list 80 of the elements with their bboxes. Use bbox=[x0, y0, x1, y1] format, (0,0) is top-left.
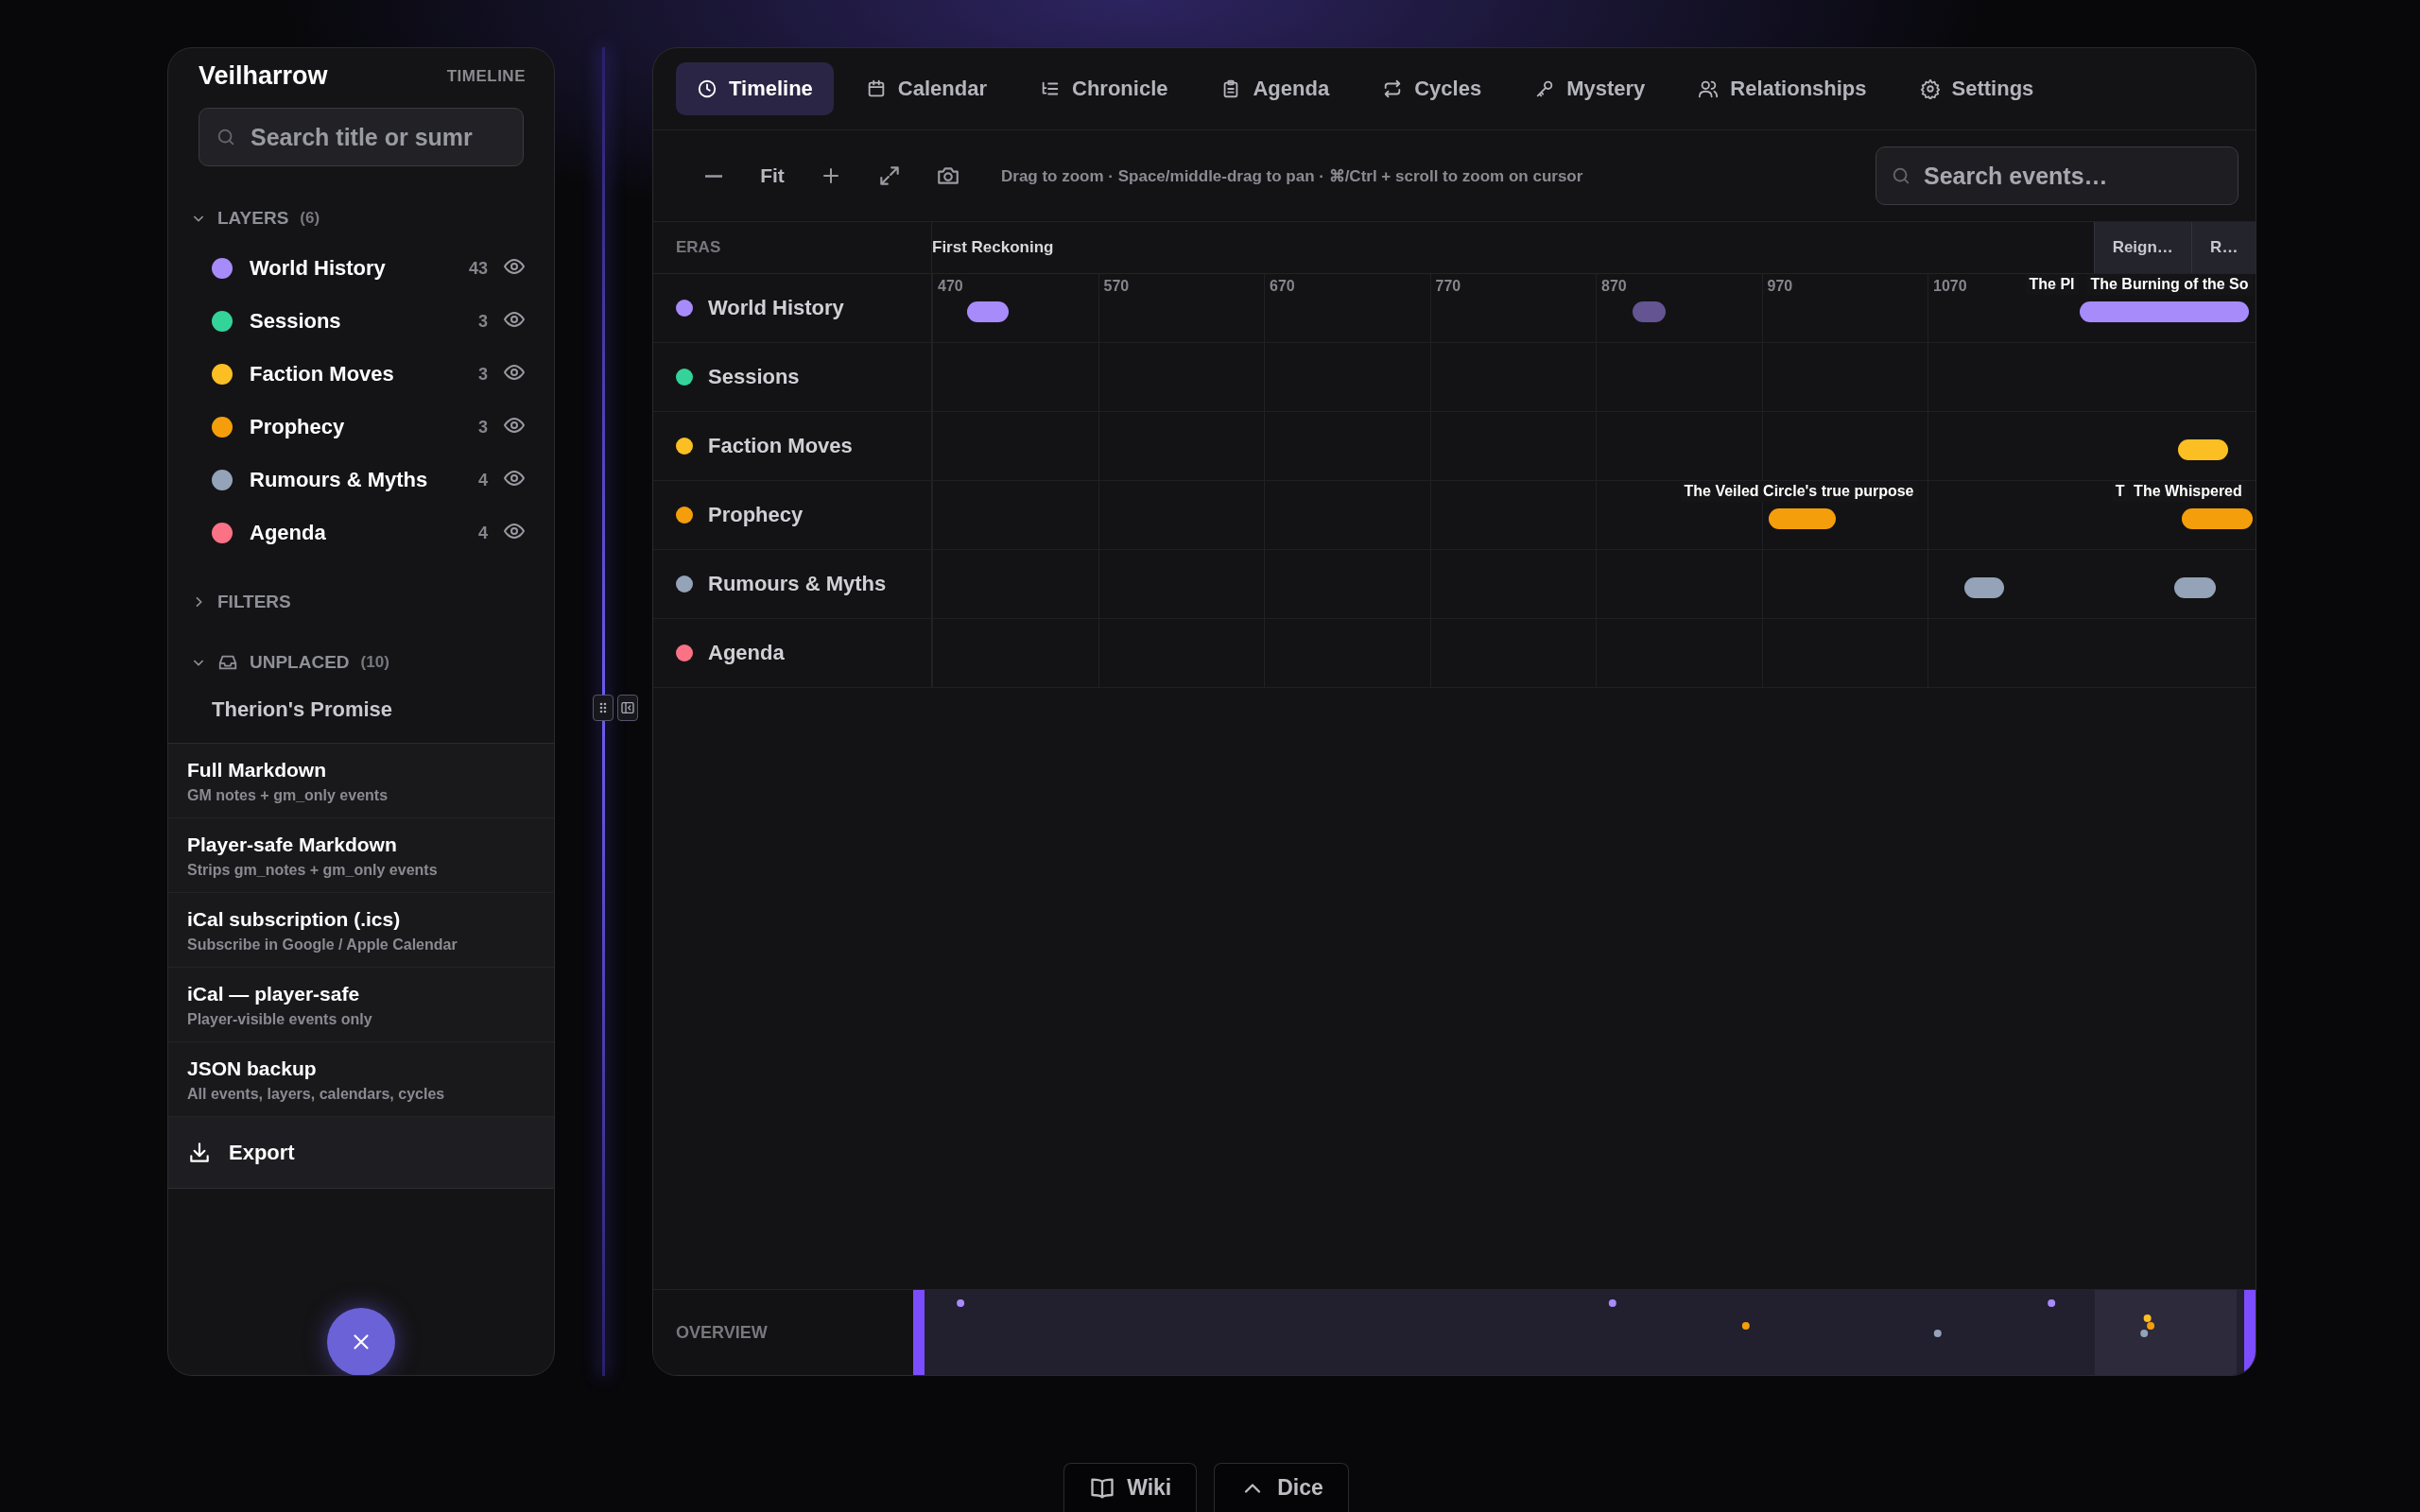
layer-name: Rumours & Myths bbox=[708, 572, 887, 596]
section-heading: UNPLACED bbox=[250, 652, 350, 673]
export-option[interactable]: iCal — player-safe bbox=[187, 983, 535, 1005]
section-heading: LAYERS bbox=[217, 208, 289, 229]
year-tick: 470 bbox=[938, 278, 963, 295]
clock-icon bbox=[697, 78, 717, 99]
dock-button[interactable]: Dice bbox=[1214, 1463, 1349, 1512]
search-field[interactable]: Search title or sumr bbox=[199, 108, 524, 166]
layer-name[interactable]: Agenda bbox=[250, 521, 478, 545]
event-search-field[interactable]: Search events… bbox=[1876, 146, 2238, 205]
event-bar[interactable] bbox=[1768, 508, 1837, 529]
option-description: Player-visible events only bbox=[187, 1011, 373, 1028]
overview-label: OVERVIEW bbox=[675, 1321, 769, 1344]
export-option[interactable]: Full Markdown bbox=[187, 759, 535, 782]
tab[interactable]: Relationships bbox=[1677, 62, 1888, 115]
settings-icon bbox=[1919, 78, 1941, 99]
tab[interactable]: Mystery bbox=[1513, 62, 1667, 115]
event-count: 3 bbox=[478, 364, 488, 385]
mode-label: TIMELINE bbox=[446, 66, 526, 86]
unplaced-count: (10) bbox=[360, 653, 389, 672]
export-option[interactable]: iCal subscription (.ics) bbox=[187, 908, 535, 931]
layer-name: Agenda bbox=[708, 641, 785, 665]
hint-text: Drag to zoom · Space/middle-drag to pan · ⌘/Ctrl + scroll to zoom on cursor bbox=[1001, 165, 1584, 186]
event-count: 43 bbox=[468, 258, 488, 279]
option-description: GM notes + gm_only events bbox=[187, 787, 389, 804]
export-button[interactable]: Export bbox=[168, 1117, 554, 1189]
event-bar[interactable] bbox=[2080, 301, 2250, 322]
section-heading: FILTERS bbox=[217, 592, 291, 612]
event-bar[interactable] bbox=[2174, 577, 2217, 598]
download-icon bbox=[187, 1140, 212, 1165]
layer-name: Prophecy bbox=[708, 503, 804, 527]
option-description: Subscribe in Google / Apple Calendar bbox=[187, 936, 458, 954]
option-description: Strips gm_notes + gm_only events bbox=[187, 862, 439, 879]
year-tick: 670 bbox=[1270, 278, 1295, 295]
unplaced-event[interactable]: Therion's Promise bbox=[168, 686, 554, 733]
tab[interactable]: Timeline bbox=[676, 62, 834, 115]
era-band[interactable]: Reign… bbox=[2093, 222, 2192, 273]
panel-collapse-icon bbox=[619, 700, 635, 715]
expand-icon bbox=[877, 163, 902, 188]
event-bar[interactable] bbox=[2181, 508, 2253, 529]
layer-name[interactable]: Faction Moves bbox=[250, 362, 478, 387]
layer-name[interactable]: World History bbox=[250, 256, 469, 281]
year-tick: 570 bbox=[1103, 278, 1130, 295]
era-band[interactable]: R… bbox=[2191, 222, 2256, 273]
year-tick: 970 bbox=[1767, 278, 1793, 295]
layer-count: (6) bbox=[300, 209, 320, 228]
year-tick: 870 bbox=[1601, 278, 1627, 295]
tab[interactable]: Settings bbox=[1898, 62, 2055, 115]
layer-name[interactable]: Prophecy bbox=[250, 415, 478, 439]
tab[interactable]: Calendar bbox=[844, 62, 1008, 115]
dock-button[interactable]: Wiki bbox=[1063, 1463, 1198, 1512]
drag-handle[interactable] bbox=[592, 695, 614, 721]
close-button[interactable] bbox=[327, 1308, 395, 1375]
event-bar[interactable] bbox=[966, 301, 1009, 322]
collapse-button[interactable] bbox=[616, 695, 638, 721]
event-count: 4 bbox=[478, 470, 488, 490]
tab[interactable]: Chronicle bbox=[1019, 62, 1189, 115]
layer-name: World History bbox=[708, 296, 844, 320]
event-count: 3 bbox=[478, 311, 488, 332]
layer-name: Sessions bbox=[708, 365, 800, 389]
tab[interactable]: Cycles bbox=[1361, 62, 1503, 115]
year-tick: 770 bbox=[1435, 278, 1461, 295]
event-count: 4 bbox=[478, 523, 488, 543]
export-option[interactable]: JSON backup bbox=[187, 1057, 535, 1080]
era-band[interactable]: First Reckoning bbox=[932, 222, 2094, 273]
fit-button[interactable]: Fit bbox=[750, 153, 795, 198]
tab[interactable]: Agenda bbox=[1200, 62, 1351, 115]
export-option[interactable]: Player-safe Markdown bbox=[187, 833, 535, 856]
event-bar[interactable] bbox=[1963, 577, 2004, 598]
event-count: 3 bbox=[478, 417, 488, 438]
minus-icon bbox=[705, 174, 722, 178]
eras-label: ERAS bbox=[676, 238, 721, 257]
app-title: Veilharrow bbox=[199, 61, 328, 91]
year-tick: 1070 bbox=[1933, 278, 1967, 295]
layer-name[interactable]: Rumours & Myths bbox=[250, 468, 478, 492]
layer-name[interactable]: Sessions bbox=[250, 309, 478, 334]
option-description: All events, layers, calendars, cycles bbox=[187, 1086, 446, 1103]
layer-name: Faction Moves bbox=[708, 434, 853, 458]
people-icon bbox=[1698, 78, 1720, 99]
event-bar[interactable] bbox=[2178, 439, 2228, 460]
